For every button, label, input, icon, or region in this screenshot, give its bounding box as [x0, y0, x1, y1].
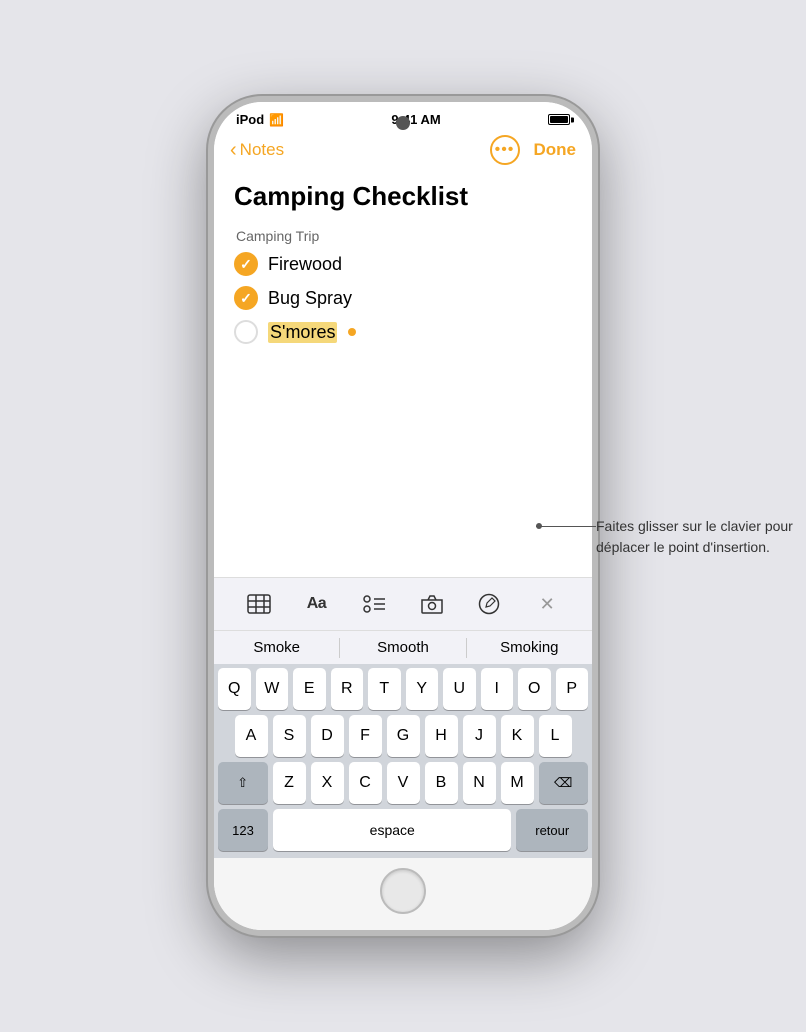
screen: iPod 📶 9:41 AM ‹ Notes •••: [214, 102, 592, 930]
key-numbers[interactable]: 123: [218, 809, 268, 851]
battery-icon: [548, 114, 570, 125]
section-label: Camping Trip: [236, 228, 572, 244]
key-f[interactable]: F: [349, 715, 382, 757]
toolbar: Aa: [214, 577, 592, 630]
key-k[interactable]: K: [501, 715, 534, 757]
keyboard-row-1: Q W E R T Y U I O P: [218, 668, 588, 710]
key-u[interactable]: U: [443, 668, 476, 710]
autocomplete-smoke[interactable]: Smoke: [214, 631, 339, 664]
checklist-item: S'mores: [234, 320, 572, 344]
checklist-text-firewood: Firewood: [268, 254, 342, 275]
key-return[interactable]: retour: [516, 809, 588, 851]
key-s[interactable]: S: [273, 715, 306, 757]
back-label: Notes: [240, 140, 284, 160]
font-button[interactable]: Aa: [298, 586, 334, 622]
autocomplete-smooth[interactable]: Smooth: [340, 631, 465, 664]
annotation-text: Faites glisser sur le clavier pour dépla…: [596, 516, 796, 558]
key-q[interactable]: Q: [218, 668, 251, 710]
key-i[interactable]: I: [481, 668, 514, 710]
key-w[interactable]: W: [256, 668, 289, 710]
pen-button[interactable]: [471, 586, 507, 622]
key-e[interactable]: E: [293, 668, 326, 710]
key-d[interactable]: D: [311, 715, 344, 757]
list-button[interactable]: [356, 586, 392, 622]
status-right: [548, 114, 570, 125]
more-button[interactable]: •••: [490, 135, 520, 165]
table-button[interactable]: [241, 586, 277, 622]
note-content: Camping Checklist Camping Trip Firewood …: [214, 173, 592, 577]
checkbox-smores[interactable]: [234, 320, 258, 344]
ellipsis-icon: •••: [495, 142, 515, 158]
checkbox-bugspray[interactable]: [234, 286, 258, 310]
text-cursor: [348, 328, 356, 336]
checkbox-firewood[interactable]: [234, 252, 258, 276]
checklist-item: Firewood: [234, 252, 572, 276]
key-y[interactable]: Y: [406, 668, 439, 710]
chevron-left-icon: ‹: [230, 140, 237, 160]
key-g[interactable]: G: [387, 715, 420, 757]
key-l[interactable]: L: [539, 715, 572, 757]
key-t[interactable]: T: [368, 668, 401, 710]
key-c[interactable]: C: [349, 762, 382, 804]
status-bar: iPod 📶 9:41 AM: [214, 102, 592, 131]
carrier-label: iPod: [236, 112, 264, 127]
checklist-text-bugspray: Bug Spray: [268, 288, 352, 309]
key-n[interactable]: N: [463, 762, 496, 804]
key-z[interactable]: Z: [273, 762, 306, 804]
keyboard-row-4: 123 espace retour: [218, 809, 588, 851]
time-label: 9:41 AM: [391, 112, 440, 127]
key-h[interactable]: H: [425, 715, 458, 757]
key-b[interactable]: B: [425, 762, 458, 804]
key-j[interactable]: J: [463, 715, 496, 757]
keyboard-row-3: ⇧ Z X C V B N M ⌫: [218, 762, 588, 804]
camera-button[interactable]: [414, 586, 450, 622]
checklist-item: Bug Spray: [234, 286, 572, 310]
key-a[interactable]: A: [235, 715, 268, 757]
autocomplete-smoking[interactable]: Smoking: [467, 631, 592, 664]
key-o[interactable]: O: [518, 668, 551, 710]
annotation: Faites glisser sur le clavier pour dépla…: [596, 516, 796, 558]
key-delete[interactable]: ⌫: [539, 762, 589, 804]
device: iPod 📶 9:41 AM ‹ Notes •••: [208, 96, 598, 936]
battery-fill: [550, 116, 568, 123]
scene: iPod 📶 9:41 AM ‹ Notes •••: [0, 0, 806, 1032]
note-title: Camping Checklist: [234, 181, 572, 212]
keyboard-row-2: A S D F G H J K L: [218, 715, 588, 757]
key-x[interactable]: X: [311, 762, 344, 804]
nav-right: ••• Done: [490, 135, 577, 165]
checklist-text-smores: S'mores: [268, 322, 337, 343]
wifi-icon: 📶: [269, 113, 284, 127]
back-button[interactable]: ‹ Notes: [230, 140, 284, 160]
key-shift[interactable]: ⇧: [218, 762, 268, 804]
key-v[interactable]: V: [387, 762, 420, 804]
keyboard[interactable]: Q W E R T Y U I O P A S D F G: [214, 664, 592, 858]
home-button[interactable]: [380, 868, 426, 914]
key-m[interactable]: M: [501, 762, 534, 804]
status-left: iPod 📶: [236, 112, 284, 127]
key-r[interactable]: R: [331, 668, 364, 710]
autocomplete-bar: Smoke Smooth Smoking: [214, 630, 592, 664]
key-space[interactable]: espace: [273, 809, 511, 851]
nav-bar: ‹ Notes ••• Done: [214, 131, 592, 173]
annotation-line: [536, 526, 596, 527]
home-area: [214, 858, 592, 930]
close-toolbar-button[interactable]: ✕: [529, 586, 565, 622]
key-p[interactable]: P: [556, 668, 589, 710]
done-button[interactable]: Done: [534, 140, 577, 160]
